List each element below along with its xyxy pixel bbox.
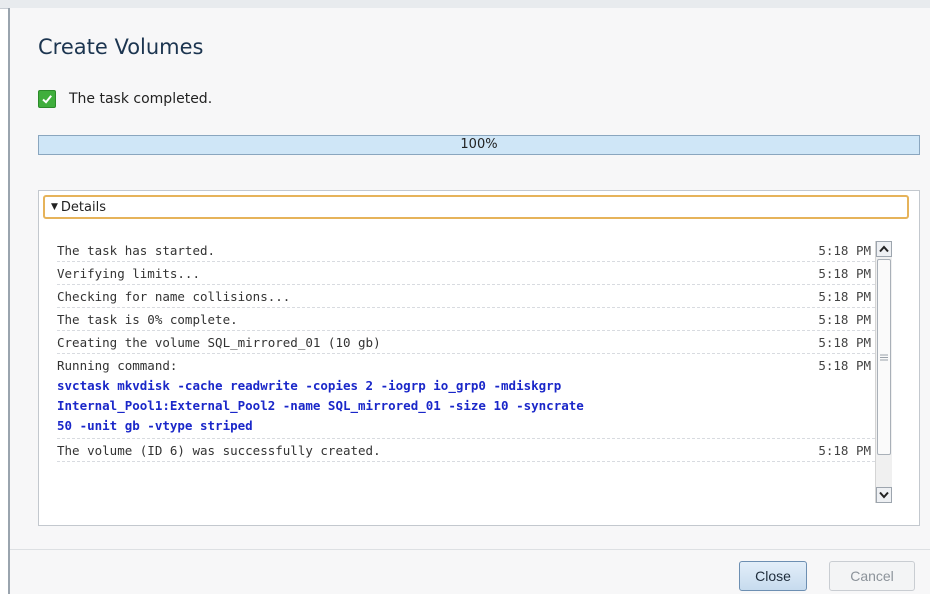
log-entry: Checking for name collisions... 5:18 PM: [57, 285, 875, 308]
chevron-up-icon: [879, 245, 889, 253]
log-entry: Running command: 5:18 PM: [57, 354, 875, 376]
progress-bar: 100%: [38, 135, 920, 155]
log-time: 5:18 PM: [818, 312, 871, 327]
scroll-thumb[interactable]: [877, 259, 891, 455]
log-entry: The task is 0% complete. 5:18 PM: [57, 308, 875, 331]
log-time: 5:18 PM: [818, 443, 871, 458]
check-icon: [38, 90, 56, 108]
parent-window-title-fragment: ▔▔▔ ▔ ▔▔▔▔: [40, 0, 118, 6]
log-entry: Creating the volume SQL_mirrored_01 (10 …: [57, 331, 875, 354]
log-time: 5:18 PM: [818, 335, 871, 350]
log-text: The task has started.: [57, 243, 216, 258]
log-time: 5:18 PM: [818, 266, 871, 281]
caret-down-icon: ▼: [51, 202, 58, 212]
footer-divider: [10, 549, 930, 550]
create-volumes-dialog: Create Volumes The task completed. 100% …: [8, 8, 930, 594]
chevron-down-icon: [879, 491, 889, 499]
task-log: The task has started. 5:18 PM Verifying …: [57, 239, 875, 505]
log-text: Checking for name collisions...: [57, 289, 291, 304]
log-entry: The volume (ID 6) was successfully creat…: [57, 439, 875, 462]
log-time: 5:18 PM: [818, 358, 871, 373]
details-panel: ▼ Details The task has started. 5:18 PM …: [38, 190, 920, 526]
log-text: The volume (ID 6) was successfully creat…: [57, 443, 381, 458]
log-entry: Verifying limits... 5:18 PM: [57, 262, 875, 285]
log-text: Verifying limits...: [57, 266, 200, 281]
log-entry: The task has started. 5:18 PM: [57, 239, 875, 262]
cancel-button[interactable]: Cancel: [829, 561, 915, 591]
log-text: Running command:: [57, 358, 178, 373]
scroll-up-button[interactable]: [876, 241, 892, 257]
scroll-down-button[interactable]: [876, 487, 892, 503]
log-text: Creating the volume SQL_mirrored_01 (10 …: [57, 335, 381, 350]
command-text: svctask mkvdisk -cache readwrite -copies…: [57, 376, 875, 439]
grip-icon: [880, 354, 888, 360]
details-title: Details: [60, 199, 106, 215]
progress-label: 100%: [460, 137, 498, 152]
close-button[interactable]: Close: [739, 561, 807, 591]
log-time: 5:18 PM: [818, 243, 871, 258]
status-text: The task completed.: [69, 91, 213, 107]
log-text: The task is 0% complete.: [57, 312, 238, 327]
log-scrollbar[interactable]: [875, 241, 892, 503]
task-status: The task completed.: [38, 88, 212, 110]
dialog-title: Create Volumes: [38, 35, 204, 59]
details-toggle[interactable]: ▼ Details: [43, 195, 909, 219]
log-time: 5:18 PM: [818, 289, 871, 304]
